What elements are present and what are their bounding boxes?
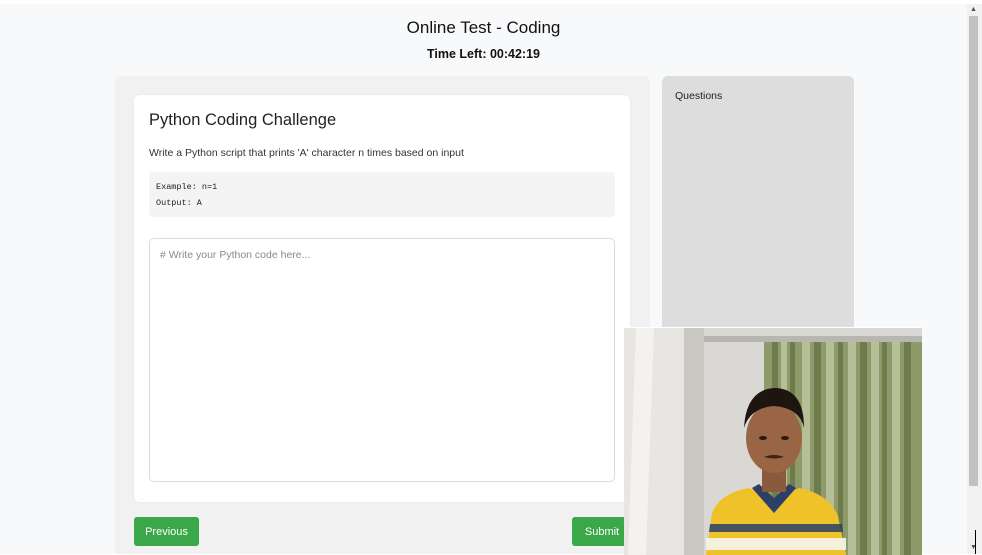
time-left: Time Left: 00:42:19 xyxy=(426,47,540,61)
question-description: Write a Python script that prints 'A' ch… xyxy=(149,147,464,159)
page-title: Online Test - Coding xyxy=(406,18,561,37)
vertical-scrollbar[interactable]: ▲ ▼ xyxy=(967,4,982,554)
submit-button[interactable]: Submit xyxy=(572,517,632,546)
webcam-feed-image xyxy=(624,328,922,555)
question-card: Python Coding Challenge Write a Python s… xyxy=(134,95,630,502)
question-title: Python Coding Challenge xyxy=(149,111,337,129)
scrollbar-thumb[interactable] xyxy=(969,16,978,486)
questions-panel: Questions xyxy=(662,76,854,336)
questions-title: Questions xyxy=(675,90,723,102)
text-cursor xyxy=(975,530,976,554)
code-editor[interactable] xyxy=(149,238,615,482)
example-box: Example: n=1 Output: A xyxy=(149,172,615,217)
example-input: Example: n=1 xyxy=(156,182,218,192)
previous-button[interactable]: Previous xyxy=(134,517,199,546)
example-output: Output: A xyxy=(156,198,202,208)
webcam-preview xyxy=(624,327,922,555)
chevron-up-icon[interactable]: ▲ xyxy=(970,6,977,14)
